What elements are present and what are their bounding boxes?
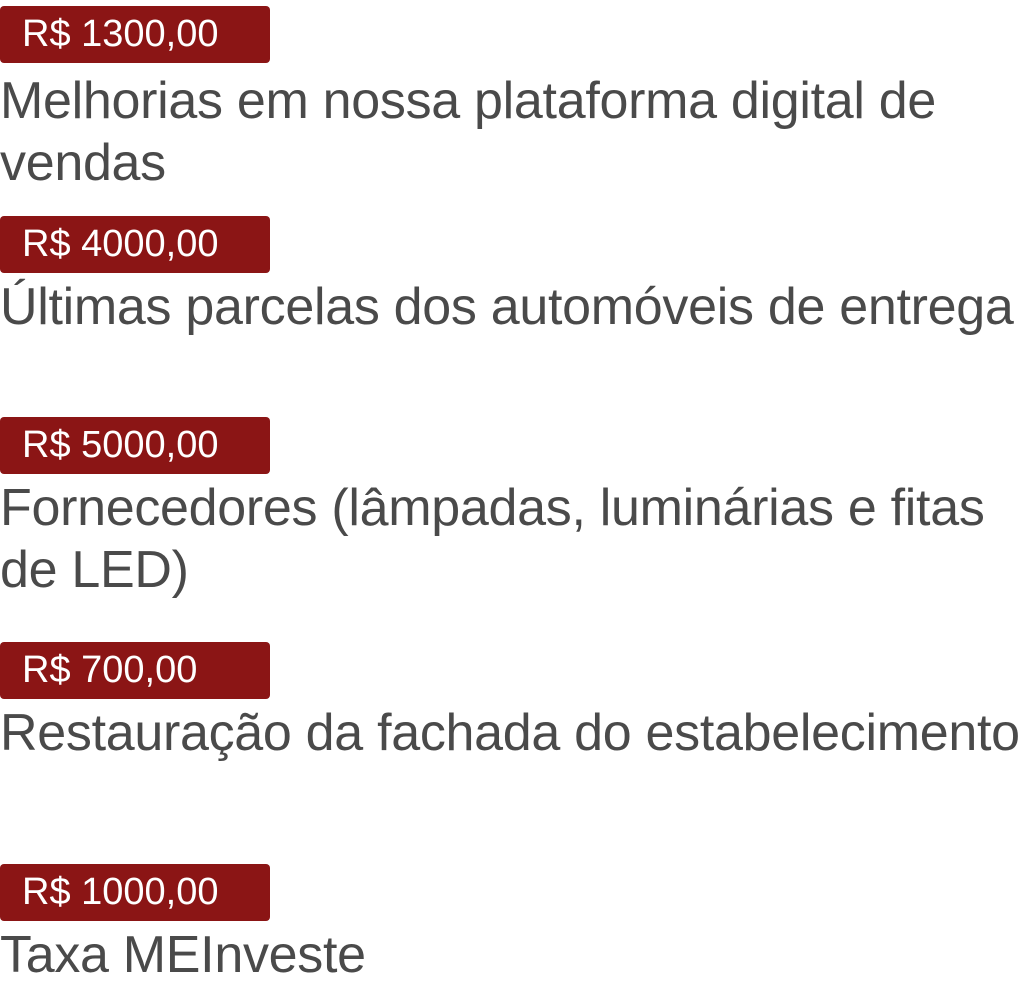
item-description: Últimas parcelas dos automóveis de entre…: [0, 278, 1014, 336]
item-description: Restauração da fachada do estabeleciment…: [0, 704, 1020, 762]
amount-badge: R$ 4000,00: [0, 216, 270, 273]
amount-badge: R$ 700,00: [0, 642, 270, 699]
amount-badge: R$ 1300,00: [0, 6, 270, 63]
item-description: Taxa MEInveste: [0, 926, 366, 984]
item-description: Melhorias em nossa plataforma digital de…: [0, 72, 937, 192]
item-description: Fornecedores (lâmpadas, luminárias e fit…: [0, 479, 985, 599]
amount-badge: R$ 5000,00: [0, 417, 270, 474]
amount-badge: R$ 1000,00: [0, 864, 270, 921]
